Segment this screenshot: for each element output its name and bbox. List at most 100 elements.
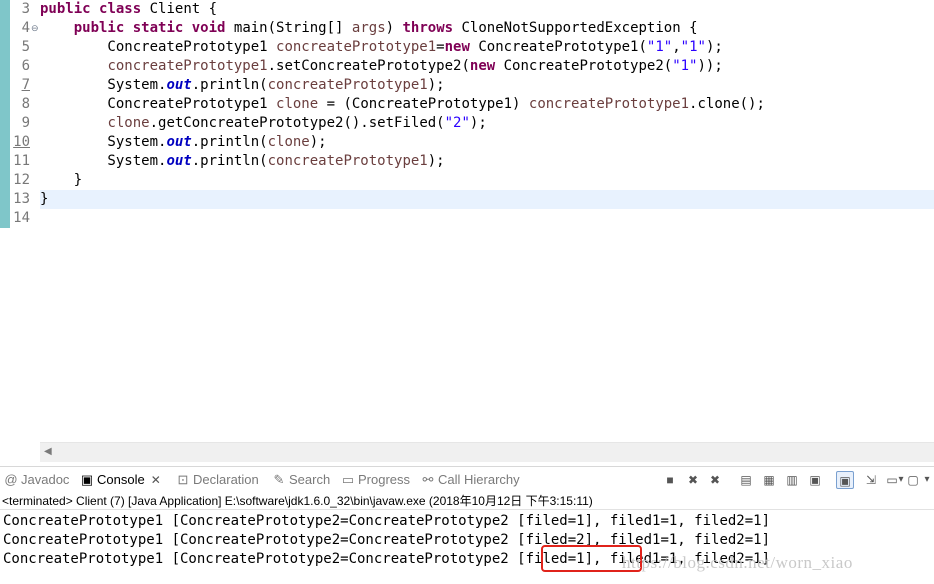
watermark: https://blog.csdn.net/worn_xiao	[622, 553, 853, 572]
code-token: concreatePrototype1	[267, 77, 428, 93]
show-console-on-output-icon[interactable]: ▣	[806, 471, 824, 489]
code-editor[interactable]: 3 4 ⊖ 5 6 7 8 9 10 11 12 13 14 public class Client {…	[0, 0, 934, 462]
horizontal-scrollbar[interactable]: ◀	[40, 442, 934, 462]
code-line[interactable]: ConcreatePrototype1 concreatePrototype1=…	[40, 38, 934, 57]
line-number-gutter: 3 4 ⊖ 5 6 7 8 9 10 11 12 13 14	[10, 0, 40, 442]
code-token: = (ConcreatePrototype1)	[318, 96, 529, 112]
line-number: 10	[13, 134, 30, 150]
line-number: 3	[21, 1, 30, 17]
code-line[interactable]: clone.getConcreatePrototype2().setFiled(…	[40, 114, 934, 133]
code-token: new	[444, 39, 470, 55]
remove-all-terminated-icon[interactable]: ✖	[706, 471, 724, 489]
code-line[interactable]	[40, 209, 934, 228]
code-line[interactable]: }	[40, 171, 934, 190]
code-line[interactable]: ConcreatePrototype1 clone = (ConcreatePr…	[40, 95, 934, 114]
code-token: public	[73, 20, 125, 36]
show-console-on-error-icon[interactable]: ▣	[836, 471, 854, 489]
code-token: void	[191, 20, 226, 36]
code-line[interactable]: concreatePrototype1.setConcreatePrototyp…	[40, 57, 934, 76]
code-token: clone	[107, 115, 150, 131]
scroll-lock-icon[interactable]: ▦	[760, 471, 778, 489]
line-number: 6	[21, 58, 30, 74]
tab-call-hierarchy[interactable]: ⚯ Call Hierarchy	[421, 470, 520, 490]
console-output-line: ConcreatePrototype1 [ConcreatePrototype2…	[3, 513, 771, 529]
code-token: System.	[40, 153, 167, 169]
code-token: ));	[697, 58, 723, 74]
tab-label: Call Hierarchy	[438, 472, 520, 487]
console-view-tabbar: @ Javadoc ▣ Console ✕ ⊡ Declaration ✎ Search ▭ Pro…	[0, 466, 934, 492]
code-token: concreatePrototype1	[528, 96, 690, 112]
code-token: out	[166, 77, 192, 93]
code-token: public	[40, 1, 91, 17]
line-number: 7	[21, 77, 30, 93]
code-token: System.	[40, 77, 167, 93]
code-token: main(String[]	[225, 20, 352, 36]
pin-console-icon[interactable]: ⇲	[862, 471, 880, 489]
progress-icon: ▭	[341, 472, 355, 487]
code-token: );	[469, 115, 487, 131]
tab-javadoc[interactable]: @ Javadoc	[4, 470, 69, 490]
terminate-icon[interactable]: ■	[661, 471, 679, 489]
code-line[interactable]: System.out.println(concreatePrototype1);	[40, 152, 934, 171]
search-icon: ✎	[273, 472, 285, 487]
code-token: "1"	[680, 39, 706, 55]
code-token: .println(	[191, 153, 268, 169]
code-token: "1"	[672, 58, 698, 74]
line-number: 4	[21, 20, 30, 36]
tab-console[interactable]: ▣ Console ✕	[80, 470, 161, 490]
line-number: 13	[13, 191, 30, 207]
code-token: ConcreatePrototype1(	[469, 39, 647, 55]
close-tab-icon[interactable]: ✕	[151, 473, 161, 487]
fold-toggle-icon[interactable]: ⊖	[31, 19, 40, 38]
code-token: )	[385, 20, 403, 36]
code-token: CloneNotSupportedException {	[453, 20, 698, 36]
code-line[interactable]: public class Client {	[40, 0, 934, 19]
code-line[interactable]: System.out.println(clone);	[40, 133, 934, 152]
code-token: );	[427, 153, 445, 169]
declaration-icon: ⊡	[177, 472, 189, 487]
tab-declaration[interactable]: ⊡ Declaration	[176, 470, 259, 490]
open-console-icon[interactable]: ▢	[904, 471, 922, 489]
code-token: .setConcreatePrototype2(	[267, 58, 470, 74]
word-wrap-icon[interactable]: ▥	[783, 471, 801, 489]
code-token: "1"	[646, 39, 673, 55]
tab-search[interactable]: ✎ Search	[272, 470, 331, 490]
code-token: .println(	[191, 77, 268, 93]
code-token: concreatePrototype1	[276, 39, 437, 55]
remove-launch-icon[interactable]: ✖	[684, 471, 702, 489]
code-token: Client {	[141, 1, 218, 17]
line-number: 5	[21, 39, 30, 55]
code-token: );	[705, 39, 723, 55]
code-token: new	[469, 58, 496, 74]
clear-console-icon[interactable]: ▤	[737, 471, 755, 489]
open-console-dropdown-icon[interactable]: ▾	[922, 471, 932, 489]
ruler-mark	[0, 0, 10, 228]
line-number: 11	[13, 153, 30, 169]
code-token: args	[351, 20, 386, 36]
overview-ruler	[0, 0, 10, 442]
code-token: clone	[276, 96, 319, 112]
code-area[interactable]: public class Client { public static void…	[40, 0, 934, 442]
code-token: );	[427, 77, 445, 93]
call-hierarchy-icon: ⚯	[422, 472, 434, 487]
code-token: ConcreatePrototype1	[40, 39, 277, 55]
line-number: 14	[13, 210, 30, 226]
code-line[interactable]: }	[40, 190, 934, 209]
tab-label: Progress	[358, 472, 411, 487]
scroll-left-icon[interactable]: ◀	[44, 446, 52, 457]
code-token: "2"	[444, 115, 470, 131]
tab-label: Declaration	[193, 472, 259, 487]
code-token: .clone();	[689, 96, 765, 112]
code-line[interactable]: public static void main(String[] args) t…	[40, 19, 934, 38]
javadoc-icon: @	[4, 472, 18, 487]
code-line[interactable]: System.out.println(concreatePrototype1);	[40, 76, 934, 95]
console-icon: ▣	[80, 472, 94, 487]
tab-progress[interactable]: ▭ Progress	[341, 470, 410, 490]
code-token: ConcreatePrototype1	[40, 96, 277, 112]
code-token: );	[309, 134, 327, 150]
code-token: out	[166, 134, 192, 150]
code-token: ConcreatePrototype2(	[495, 58, 673, 74]
